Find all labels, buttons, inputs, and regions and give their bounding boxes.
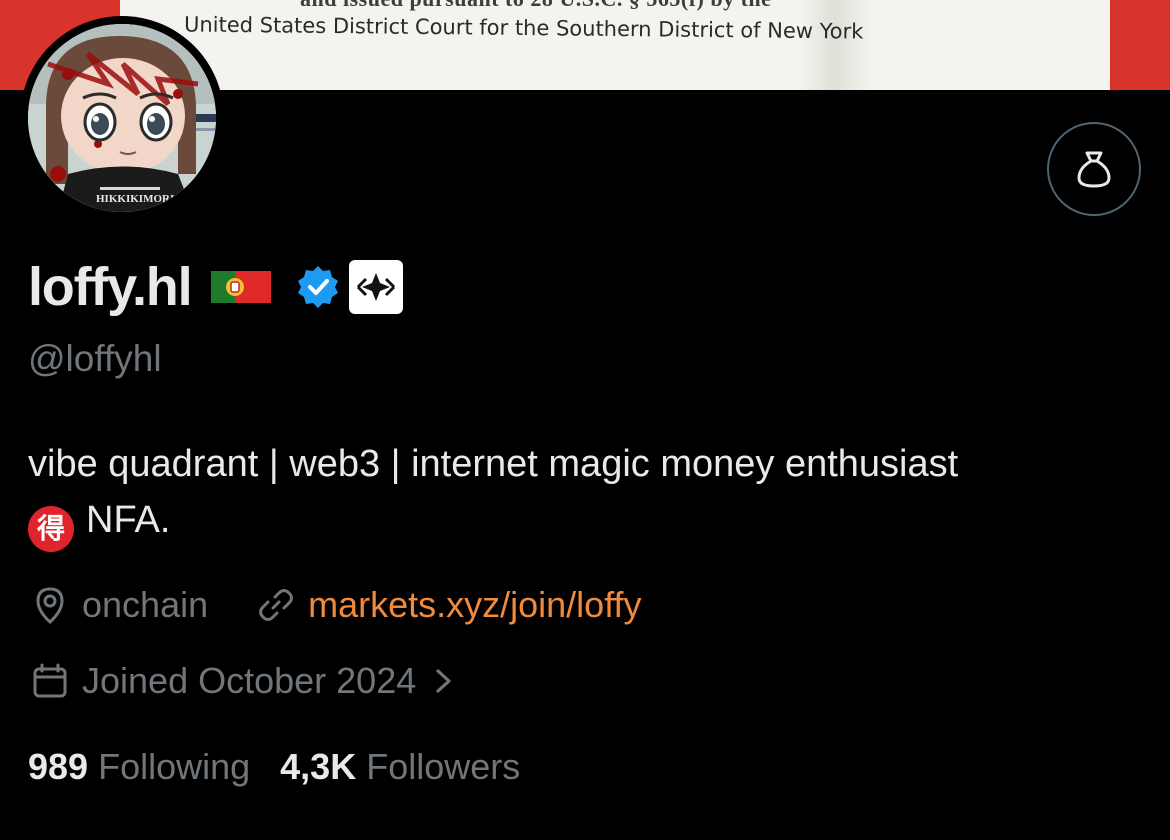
profile-handle: @loffyhl bbox=[28, 338, 162, 379]
money-bag-button[interactable] bbox=[1047, 122, 1141, 216]
joined-date-row[interactable]: Joined October 2024 bbox=[30, 656, 456, 706]
display-name: loffy.hl bbox=[28, 257, 193, 317]
money-bag-icon bbox=[1077, 151, 1111, 188]
calendar-icon bbox=[33, 663, 67, 698]
portugal-flag-icon bbox=[211, 267, 272, 307]
bio-emoji-icon: 得 bbox=[28, 506, 74, 552]
joined-date: Joined October 2024 bbox=[82, 660, 417, 701]
banner-document-image: and issued pursuant to 28 U.S.C. § 565(f… bbox=[120, 0, 1110, 90]
profile-location: onchain bbox=[82, 584, 209, 625]
chevron-right-icon bbox=[436, 669, 451, 693]
banner-text-line1: and issued pursuant to 28 U.S.C. § 565(f… bbox=[300, 0, 771, 12]
banner-text-line2: United States District Court for the Sou… bbox=[183, 12, 864, 44]
followers-stat[interactable]: 4,3K Followers bbox=[280, 746, 520, 788]
name-row: loffy.hl bbox=[28, 252, 404, 322]
following-label: Following bbox=[98, 746, 251, 787]
profile-avatar[interactable]: HIKKIKIMORI bbox=[20, 16, 224, 220]
avatar-image: HIKKIKIMORI bbox=[28, 24, 216, 212]
followers-label: Followers bbox=[366, 746, 521, 787]
profile-website-link[interactable]: markets.xyz/join/loffy bbox=[308, 584, 641, 626]
profile-meta-row: onchain markets.xyz/join/loffy bbox=[30, 580, 642, 630]
location-pin-icon bbox=[36, 587, 64, 625]
bio-line-2-text: NFA. bbox=[86, 499, 171, 541]
followers-count: 4,3K bbox=[280, 746, 357, 787]
link-icon bbox=[259, 589, 294, 621]
banner-fold-shadow bbox=[800, 0, 870, 90]
following-count: 989 bbox=[28, 746, 89, 787]
following-stat[interactable]: 989 Following bbox=[28, 746, 250, 788]
profile-bio: vibe quadrant | web3 | internet magic mo… bbox=[28, 436, 1148, 552]
affiliate-badge-icon[interactable] bbox=[349, 260, 404, 314]
bio-line-2: 得 NFA. bbox=[28, 492, 1148, 552]
bio-line-1: vibe quadrant | web3 | internet magic mo… bbox=[28, 443, 959, 485]
avatar-shirt-text: HIKKIKIMORI bbox=[96, 193, 174, 205]
follow-stats: 989 Following 4,3K Followers bbox=[28, 742, 520, 792]
verified-badge-icon[interactable] bbox=[295, 264, 341, 310]
